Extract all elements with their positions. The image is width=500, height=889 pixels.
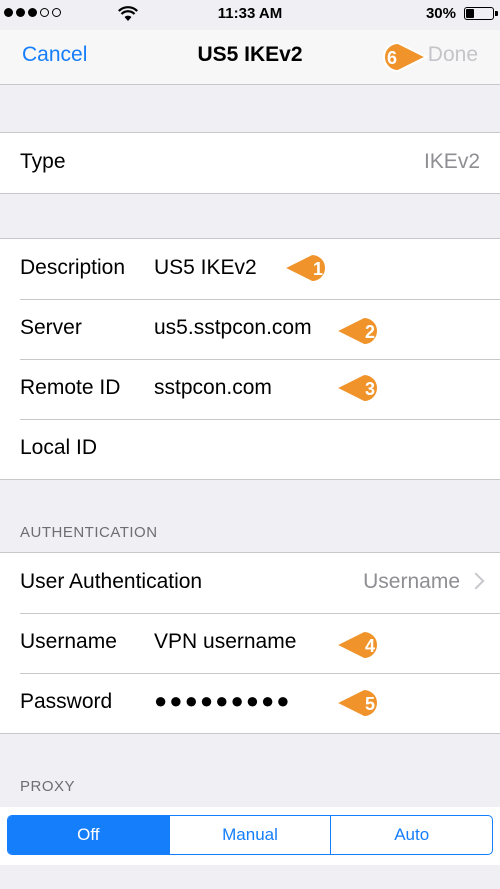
callout-marker-3: 3 <box>334 372 379 404</box>
type-row[interactable]: Type IKEv2 <box>0 133 500 193</box>
server-field[interactable]: us5.sstpcon.com <box>154 316 312 340</box>
description-row: Description US5 IKEv2 <box>0 239 500 299</box>
username-label: Username <box>20 630 117 653</box>
done-button[interactable]: Done <box>428 43 478 67</box>
callout-marker-4: 4 <box>334 629 379 661</box>
username-field[interactable]: VPN username <box>154 630 296 654</box>
user-authentication-value: Username <box>363 570 460 593</box>
local-id-field[interactable] <box>154 436 454 462</box>
remote-id-label: Remote ID <box>20 376 121 399</box>
server-label: Server <box>20 316 82 339</box>
callout-marker-5: 5 <box>334 687 379 719</box>
server-row: Server us5.sstpcon.com <box>0 299 500 359</box>
proxy-option-manual[interactable]: Manual <box>168 816 331 854</box>
user-authentication-row[interactable]: User Authentication Username <box>0 553 500 613</box>
battery-percent: 30% <box>425 5 456 22</box>
password-row: Password ●●●●●●●●● <box>0 673 500 733</box>
callout-number-6: 6 <box>387 48 397 68</box>
proxy-header: PROXY <box>20 778 76 795</box>
remote-id-row: Remote ID sstpcon.com <box>0 359 500 419</box>
description-label: Description <box>20 256 126 279</box>
user-authentication-label: User Authentication <box>20 570 203 593</box>
callout-marker-2: 2 <box>334 315 379 347</box>
callout-number-4: 4 <box>365 636 375 656</box>
connection-group: Description US5 IKEv2 Server us5.sstpcon… <box>0 238 500 480</box>
password-field[interactable]: ●●●●●●●●● <box>154 688 292 714</box>
type-label: Type <box>20 150 66 173</box>
authentication-group: User Authentication Username Username VP… <box>0 552 500 734</box>
callout-number-1: 1 <box>313 259 323 279</box>
callout-marker-6: 6 <box>383 41 428 73</box>
proxy-segmented-control: Off Manual Auto <box>7 815 493 855</box>
description-field[interactable]: US5 IKEv2 <box>154 256 257 280</box>
type-group: Type IKEv2 <box>0 132 500 194</box>
proxy-option-off[interactable]: Off <box>8 816 169 854</box>
remote-id-field[interactable]: sstpcon.com <box>154 376 272 400</box>
callout-number-3: 3 <box>365 379 375 399</box>
username-row: Username VPN username <box>0 613 500 673</box>
callout-marker-1: 1 <box>282 252 327 284</box>
battery-icon <box>464 7 498 20</box>
proxy-option-auto[interactable]: Auto <box>330 816 492 854</box>
type-value: IKEv2 <box>423 150 480 173</box>
password-label: Password <box>20 690 113 713</box>
authentication-header: AUTHENTICATION <box>20 524 158 541</box>
callout-number-2: 2 <box>365 322 375 342</box>
chevron-right-icon <box>467 572 485 590</box>
status-bar: 11:33 AM 30% <box>0 0 500 30</box>
callout-number-5: 5 <box>365 694 375 714</box>
local-id-row: Local ID <box>0 419 500 479</box>
local-id-label: Local ID <box>20 436 98 459</box>
